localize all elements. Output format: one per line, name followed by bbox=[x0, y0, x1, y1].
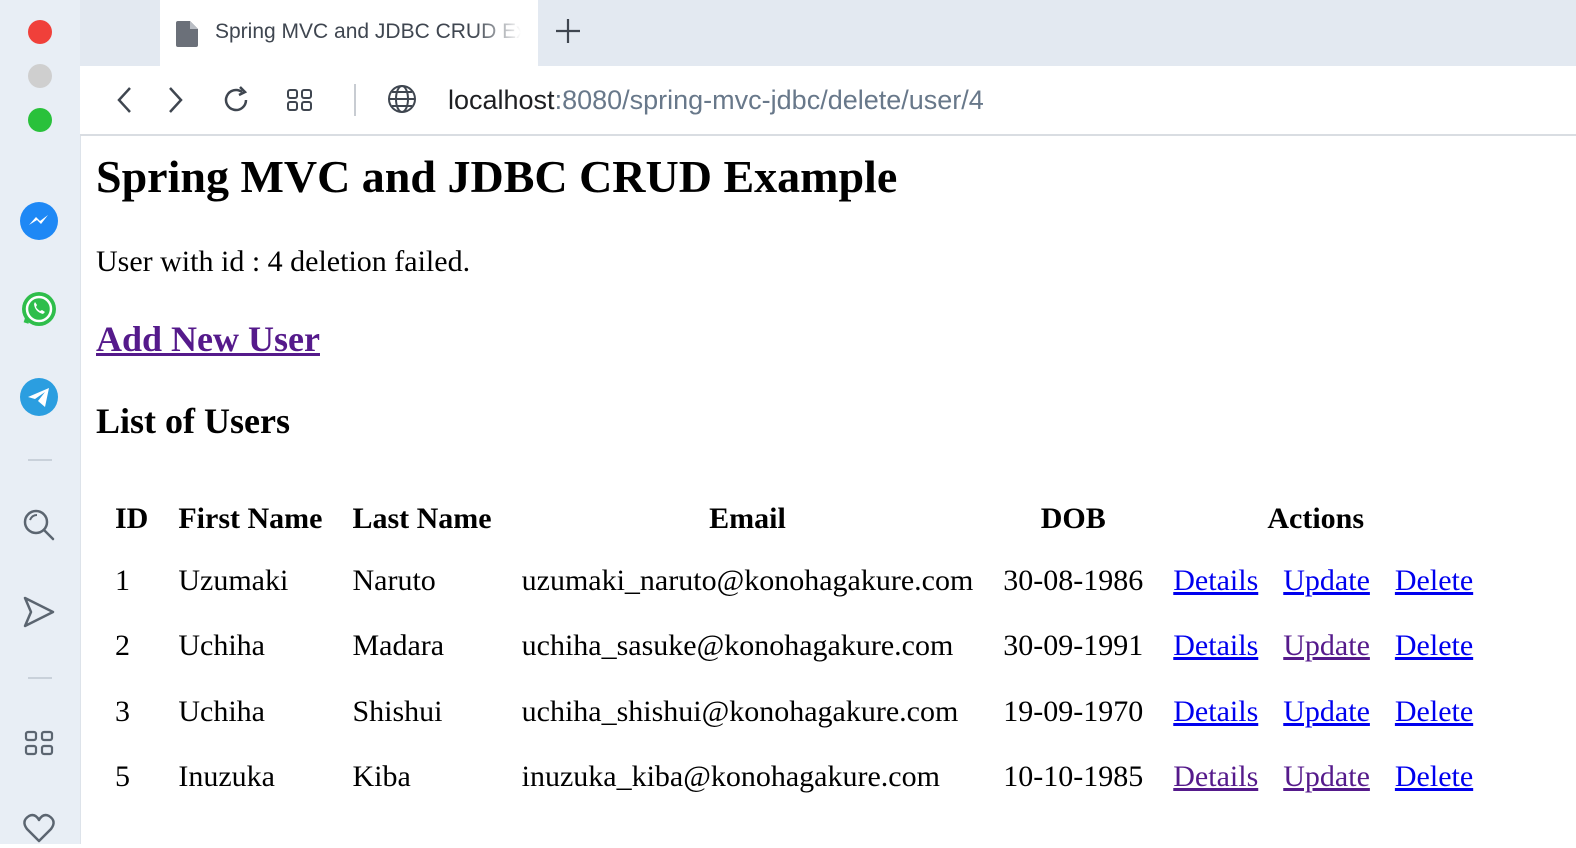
delete-link[interactable]: Delete bbox=[1395, 564, 1473, 597]
tab-bar: Spring MVC and JDBC CRUD Example bbox=[80, 0, 1576, 66]
details-link[interactable]: Details bbox=[1173, 629, 1258, 662]
cell-actions: Details Update Delete bbox=[1158, 548, 1473, 614]
cell-dob: 10-10-1985 bbox=[1003, 760, 1144, 794]
cell-last-name: Madara bbox=[352, 629, 445, 663]
update-link[interactable]: Update bbox=[1283, 564, 1370, 597]
table-row: 3 Uchiha Shishui uchiha_shishui@konohaga… bbox=[100, 679, 1473, 745]
details-link[interactable]: Details bbox=[1173, 760, 1258, 793]
table-header-row: ID First Name Last Name Email DOB Action… bbox=[100, 490, 1473, 548]
header-actions: Actions bbox=[1267, 502, 1365, 535]
apps-grid-icon[interactable] bbox=[19, 723, 59, 763]
grid-icon bbox=[287, 89, 312, 111]
minimize-window-button[interactable] bbox=[28, 64, 52, 88]
zoom-window-button[interactable] bbox=[28, 108, 52, 132]
speed-dial-button[interactable] bbox=[283, 83, 317, 117]
update-link[interactable]: Update bbox=[1283, 629, 1370, 662]
header-last-name: Last Name bbox=[352, 502, 492, 535]
url-field[interactable]: localhost:8080/spring-mvc-jdbc/delete/us… bbox=[448, 85, 984, 116]
cell-first-name: Uzumaki bbox=[178, 563, 289, 597]
page-title: Spring MVC and JDBC CRUD Example bbox=[96, 151, 898, 202]
globe-icon[interactable] bbox=[386, 83, 418, 120]
messenger-icon[interactable] bbox=[19, 201, 59, 241]
reload-button[interactable] bbox=[219, 83, 253, 117]
details-link[interactable]: Details bbox=[1173, 564, 1258, 597]
table-row: 2 Uchiha Madara uchiha_sasuke@konohagaku… bbox=[100, 614, 1473, 680]
cell-actions: Details Update Delete bbox=[1158, 679, 1473, 745]
tab-title: Spring MVC and JDBC CRUD Example bbox=[215, 20, 521, 43]
cell-actions: Details Update Delete bbox=[1158, 745, 1473, 811]
cell-dob: 30-09-1991 bbox=[1003, 629, 1144, 663]
cell-email: uchiha_sasuke@konohagakure.com bbox=[521, 629, 954, 663]
cell-id: 2 bbox=[115, 629, 130, 663]
table-row: 5 Inuzuka Kiba inuzuka_kiba@konohagakure… bbox=[100, 745, 1473, 811]
cell-dob: 30-08-1986 bbox=[1003, 563, 1144, 597]
cell-email: uchiha_shishui@konohagakure.com bbox=[521, 694, 959, 728]
url-path: :8080/spring-mvc-jdbc/delete/user/4 bbox=[554, 85, 984, 115]
address-separator bbox=[354, 84, 356, 116]
cell-email: uzumaki_naruto@konohagakure.com bbox=[521, 563, 974, 597]
table-row: 1 Uzumaki Naruto uzumaki_naruto@konohaga… bbox=[100, 548, 1473, 614]
status-message: User with id : 4 deletion failed. bbox=[96, 245, 471, 278]
send-icon[interactable] bbox=[19, 592, 59, 632]
address-bar: localhost:8080/spring-mvc-jdbc/delete/us… bbox=[80, 66, 1576, 136]
delete-link[interactable]: Delete bbox=[1395, 760, 1473, 793]
header-id: ID bbox=[115, 502, 149, 535]
plus-icon bbox=[556, 19, 580, 43]
cell-id: 3 bbox=[115, 694, 130, 728]
back-button[interactable] bbox=[108, 83, 142, 117]
forward-button[interactable] bbox=[158, 83, 192, 117]
update-link[interactable]: Update bbox=[1283, 760, 1370, 793]
delete-link[interactable]: Delete bbox=[1395, 629, 1473, 662]
cell-first-name: Uchiha bbox=[178, 629, 265, 663]
list-title: List of Users bbox=[96, 401, 290, 441]
close-window-button[interactable] bbox=[28, 20, 52, 44]
url-host: localhost bbox=[448, 85, 555, 115]
chevron-right-icon bbox=[169, 87, 183, 113]
header-email: Email bbox=[709, 502, 786, 535]
cell-email: inuzuka_kiba@konohagakure.com bbox=[521, 760, 940, 794]
users-table: ID First Name Last Name Email DOB Action… bbox=[100, 490, 1473, 810]
header-first-name: First Name bbox=[178, 502, 323, 535]
add-new-user-link[interactable]: Add New User bbox=[96, 318, 320, 360]
chevron-left-icon bbox=[117, 87, 131, 113]
browser-sidebar bbox=[0, 0, 81, 844]
heart-icon[interactable] bbox=[19, 808, 59, 848]
header-dob: DOB bbox=[1040, 502, 1106, 535]
delete-link[interactable]: Delete bbox=[1395, 695, 1473, 728]
search-icon[interactable] bbox=[19, 505, 59, 545]
cell-first-name: Inuzuka bbox=[178, 760, 275, 794]
new-tab-button[interactable] bbox=[552, 15, 584, 47]
telegram-icon[interactable] bbox=[19, 377, 59, 417]
details-link[interactable]: Details bbox=[1173, 695, 1258, 728]
tab-active[interactable]: Spring MVC and JDBC CRUD Example bbox=[160, 0, 538, 66]
reload-icon bbox=[224, 86, 248, 112]
cell-id: 5 bbox=[115, 760, 130, 794]
whatsapp-icon[interactable] bbox=[19, 289, 59, 329]
cell-last-name: Kiba bbox=[352, 760, 411, 794]
update-link[interactable]: Update bbox=[1283, 695, 1370, 728]
cell-id: 1 bbox=[115, 563, 130, 597]
cell-actions: Details Update Delete bbox=[1158, 614, 1473, 680]
cell-last-name: Shishui bbox=[352, 694, 443, 728]
page-icon bbox=[176, 21, 198, 52]
cell-first-name: Uchiha bbox=[178, 694, 265, 728]
cell-last-name: Naruto bbox=[352, 563, 436, 597]
cell-dob: 19-09-1970 bbox=[1003, 694, 1144, 728]
